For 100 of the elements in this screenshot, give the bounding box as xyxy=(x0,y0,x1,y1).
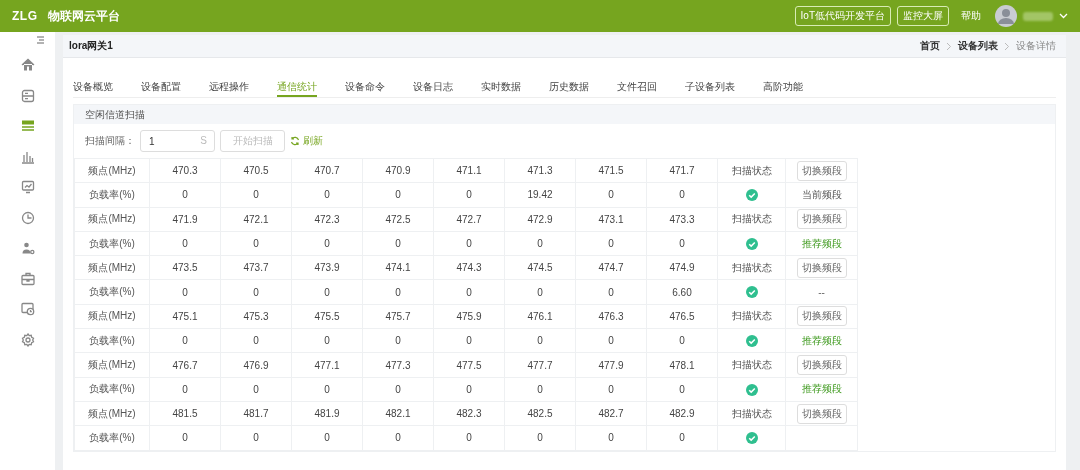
switch-band-button[interactable]: 切换频段 xyxy=(796,306,847,327)
table-cell: 0 xyxy=(504,280,576,305)
status-label: 扫描状态 xyxy=(717,207,786,232)
row-label: 负载率(%) xyxy=(74,182,150,208)
clock-icon xyxy=(20,210,35,225)
table-cell: 474.3 xyxy=(433,255,505,280)
table-cell: 0 xyxy=(362,425,434,451)
table-cell: 472.3 xyxy=(291,207,363,232)
table-cell: 474.5 xyxy=(504,255,576,280)
table-cell: 0 xyxy=(504,425,576,451)
band-note: 当前频段 xyxy=(801,188,842,200)
table-cell: 0 xyxy=(575,377,647,402)
chevron-icon xyxy=(1004,41,1010,51)
table-cell: 475.7 xyxy=(362,304,434,329)
table-cell: 473.3 xyxy=(646,207,718,232)
refresh-icon[interactable] xyxy=(290,136,300,146)
table-cell: 477.5 xyxy=(433,352,505,378)
table-cell: 473.5 xyxy=(149,255,221,280)
table-cell: 474.1 xyxy=(362,255,434,280)
interval-label: 扫描间隔： xyxy=(85,134,135,148)
table-cell: 471.9 xyxy=(149,207,221,232)
table-cell: 0 xyxy=(646,328,718,353)
username-blur xyxy=(1023,11,1053,21)
device-title: lora网关1 xyxy=(69,39,113,53)
table-cell: 477.7 xyxy=(504,352,576,378)
tab[interactable]: 子设备列表 xyxy=(685,72,735,97)
table-cell: 470.9 xyxy=(362,158,434,183)
bar-chart-icon xyxy=(20,149,35,164)
table-cell: 0 xyxy=(149,377,221,402)
monitor-icon xyxy=(20,180,35,195)
table-cell: 19.42 xyxy=(504,182,576,208)
table-cell: 482.9 xyxy=(646,401,718,426)
status-label: 扫描状态 xyxy=(717,255,786,280)
tab[interactable]: 远程操作 xyxy=(209,72,249,97)
table-cell: 0 xyxy=(362,377,434,402)
table-cell: 470.7 xyxy=(291,158,363,183)
table-cell: 0 xyxy=(291,425,363,451)
table-cell: 0 xyxy=(575,280,647,305)
status-label: 扫描状态 xyxy=(717,352,786,378)
switch-band-button[interactable]: 切换频段 xyxy=(796,257,847,278)
table-cell: 0 xyxy=(433,280,505,305)
table-cell: 481.9 xyxy=(291,401,363,426)
settings-icon xyxy=(20,332,35,347)
table-cell: 472.7 xyxy=(433,207,505,232)
table-cell: 0 xyxy=(220,280,292,305)
table-cell: 0 xyxy=(433,328,505,353)
breadcrumb-link[interactable]: 首页 xyxy=(920,39,940,53)
table-cell: 476.5 xyxy=(646,304,718,329)
row-label: 频点(MHz) xyxy=(74,401,150,426)
table-cell: 0 xyxy=(362,328,434,353)
band-note: 推荐频段 xyxy=(801,383,842,395)
switch-band-button[interactable]: 切换频段 xyxy=(796,403,847,424)
tab[interactable]: 设备配置 xyxy=(141,72,181,97)
table-cell: 477.1 xyxy=(291,352,363,378)
table-cell: 0 xyxy=(291,328,363,353)
breadcrumb-link[interactable]: 设备列表 xyxy=(958,39,998,53)
table-cell: 0 xyxy=(575,182,647,208)
tab[interactable]: 高阶功能 xyxy=(763,72,803,97)
row-label: 负载率(%) xyxy=(74,328,150,353)
table-cell: 472.1 xyxy=(220,207,292,232)
table-cell: 482.7 xyxy=(575,401,647,426)
table-cell: 0 xyxy=(575,231,647,256)
list-icon xyxy=(20,119,35,134)
row-label: 频点(MHz) xyxy=(74,207,150,232)
switch-band-button[interactable]: 切换频段 xyxy=(796,355,847,375)
unit-label: S xyxy=(200,135,207,146)
tab[interactable]: 文件召回 xyxy=(617,72,657,97)
tab[interactable]: 历史数据 xyxy=(549,72,589,97)
table-cell: 0 xyxy=(646,231,718,256)
table-cell: 0 xyxy=(433,231,505,256)
status-label: 扫描状态 xyxy=(717,158,786,183)
table-cell: 0 xyxy=(220,328,292,353)
table-cell: 482.5 xyxy=(504,401,576,426)
table-cell: 473.7 xyxy=(220,255,292,280)
table-cell: 0 xyxy=(149,280,221,305)
table-cell: 0 xyxy=(575,328,647,353)
tab[interactable]: 设备日志 xyxy=(413,72,453,97)
switch-band-button[interactable]: 切换频段 xyxy=(796,209,847,230)
table-cell: 0 xyxy=(220,377,292,402)
band-note: 推荐频段 xyxy=(801,237,842,249)
table-cell: 473.1 xyxy=(575,207,647,232)
row-label: 频点(MHz) xyxy=(74,352,150,378)
collapse-icon[interactable] xyxy=(37,36,45,44)
table-cell: 476.9 xyxy=(220,352,292,378)
table-cell: 476.7 xyxy=(149,352,221,378)
row-label: 频点(MHz) xyxy=(74,304,150,329)
caret-icon[interactable] xyxy=(1059,13,1068,19)
tab[interactable]: 设备概览 xyxy=(73,72,113,97)
table-cell: 0 xyxy=(646,377,718,402)
band-note: 推荐频段 xyxy=(801,334,842,346)
table-cell: 470.5 xyxy=(220,158,292,183)
tab[interactable]: 设备命令 xyxy=(345,72,385,97)
table-cell: 0 xyxy=(362,182,434,208)
tab[interactable]: 实时数据 xyxy=(481,72,521,97)
table-cell: 471.5 xyxy=(575,158,647,183)
table-cell: 0 xyxy=(433,377,505,402)
switch-band-button[interactable]: 切换频段 xyxy=(796,160,847,181)
table-cell: 6.60 xyxy=(646,280,718,305)
row-label: 频点(MHz) xyxy=(74,158,150,183)
avatar-icon[interactable] xyxy=(995,5,1017,27)
